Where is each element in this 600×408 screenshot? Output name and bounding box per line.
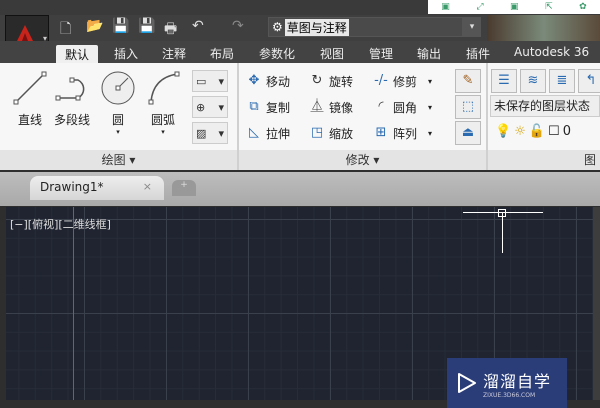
arc-tool[interactable]: 圆弧 ▾ (145, 68, 181, 136)
sun-icon: ☼ (514, 124, 526, 139)
layer-state-dropdown[interactable]: 未保存的图层状态 (490, 95, 600, 117)
ellipse-button[interactable]: ⊕ ▾ (192, 96, 228, 118)
save-icon[interactable]: 💾 (112, 18, 129, 34)
y-axis-line (73, 207, 74, 400)
background-photo (487, 15, 600, 41)
undo-icon[interactable]: ↶ (192, 18, 204, 34)
line-icon (13, 71, 47, 105)
circle-icon (101, 71, 135, 105)
hatch-button[interactable]: ▨ ▾ (192, 122, 228, 144)
copy-icon: ⧉ (249, 99, 259, 114)
move-tool[interactable]: ✥ 移动 (245, 72, 290, 90)
tab-annotate[interactable]: 注释 (162, 45, 186, 62)
rotate-tool[interactable]: ↻ 旋转 (308, 72, 353, 90)
offset-button[interactable]: ⏏ (455, 121, 481, 145)
explode-button[interactable]: ⬚ (455, 95, 481, 119)
polyline-tool[interactable]: 多段线 (52, 68, 92, 128)
layer-panel-title[interactable]: 图 (488, 150, 600, 170)
close-tab-icon[interactable]: × (143, 180, 152, 193)
hatch-icon: ▨ (196, 126, 207, 140)
redo-icon[interactable]: ↷ (232, 18, 244, 34)
scale-icon: ◳ (310, 125, 324, 140)
stretch-icon: ◺ (249, 125, 259, 140)
customize-toolbar-button[interactable]: ▾ (463, 17, 481, 37)
fillet-icon: ◜ (378, 99, 384, 114)
gear-icon: ⚙ (272, 20, 283, 34)
right-border (593, 207, 600, 400)
crosshair-vertical (502, 213, 503, 253)
rectangle-button[interactable]: ▭ ▾ (192, 70, 228, 92)
line-tool[interactable]: 直线 (12, 68, 48, 128)
tab-output[interactable]: 输出 (417, 45, 441, 62)
crosshair-pickbox (498, 209, 506, 217)
erase-button[interactable]: ✎ (455, 69, 481, 93)
trim-tool[interactable]: -/- 修剪 ▾ (372, 72, 432, 90)
layer-previous-button[interactable]: ↰ (578, 69, 600, 93)
arc-icon (148, 71, 180, 105)
copy-tool[interactable]: ⧉ 复制 (245, 98, 290, 116)
array-icon: ⊞ (375, 125, 387, 140)
color-swatch-icon: ☐ (548, 124, 560, 139)
workspace-dropdown[interactable]: ⚙ 草图与注释 (268, 17, 463, 37)
move-icon: ✥ (248, 73, 260, 88)
tab-layout[interactable]: 布局 (210, 45, 234, 62)
new-icon[interactable]: 🗋 (60, 18, 71, 42)
circle-tool[interactable]: 圆 ▾ (100, 68, 136, 136)
tab-insert[interactable]: 插入 (114, 45, 138, 62)
mirror-icon: ⏅ (310, 99, 324, 114)
save-as-icon[interactable]: 💾 (138, 18, 155, 34)
array-tool[interactable]: ⊞ 阵列 ▾ (372, 124, 432, 142)
trim-icon: -/- (374, 73, 388, 88)
play-logo-icon (458, 373, 476, 393)
overlay-toolbar: ▣ ⤢ ▣ ⇱ ✿ (428, 0, 600, 14)
layer-properties-button[interactable]: ☰ (491, 69, 517, 93)
tab-manage[interactable]: 管理 (369, 45, 393, 62)
mirror-tool[interactable]: ⏅ 镜像 (308, 98, 353, 116)
unlock-icon: 🔓 (528, 124, 546, 139)
stretch-tool[interactable]: ◺ 拉伸 (245, 124, 290, 142)
layer-match-button[interactable]: ≣ (549, 69, 575, 93)
layer-dropdown[interactable]: 💡 ☼ 🔓 ☐ 0 (495, 124, 571, 139)
rectangle-icon: ▭ (196, 74, 207, 88)
modify-panel-title[interactable]: 修改 ▾ (239, 150, 486, 170)
ellipse-icon: ⊕ (196, 100, 206, 114)
draw-panel-title[interactable]: 绘图 ▾ (0, 150, 237, 170)
layer-state-button[interactable]: ≋ (520, 69, 546, 93)
tab-parametric[interactable]: 参数化 (259, 45, 295, 62)
lightbulb-icon: 💡 (495, 124, 512, 139)
scale-tool[interactable]: ◳ 缩放 (308, 124, 353, 142)
fillet-tool[interactable]: ◜ 圆角 ▾ (372, 98, 432, 116)
watermark: 溜溜自学 ZIXUE.3D66.COM (447, 358, 567, 408)
tab-view[interactable]: 视图 (320, 45, 344, 62)
polyline-icon (55, 77, 85, 101)
tab-plugins[interactable]: 插件 (466, 45, 490, 62)
tab-autodesk360[interactable]: Autodesk 36 (514, 45, 589, 59)
document-tab-drawing1[interactable]: Drawing1* × (30, 176, 164, 200)
rotate-icon: ↻ (311, 73, 323, 88)
print-icon[interactable]: 🖶 (164, 18, 177, 42)
open-icon[interactable]: 📂 (86, 18, 103, 34)
new-tab-button[interactable]: + (172, 180, 196, 196)
viewport-controls[interactable]: [−][俯视][二维线框] (10, 216, 111, 232)
